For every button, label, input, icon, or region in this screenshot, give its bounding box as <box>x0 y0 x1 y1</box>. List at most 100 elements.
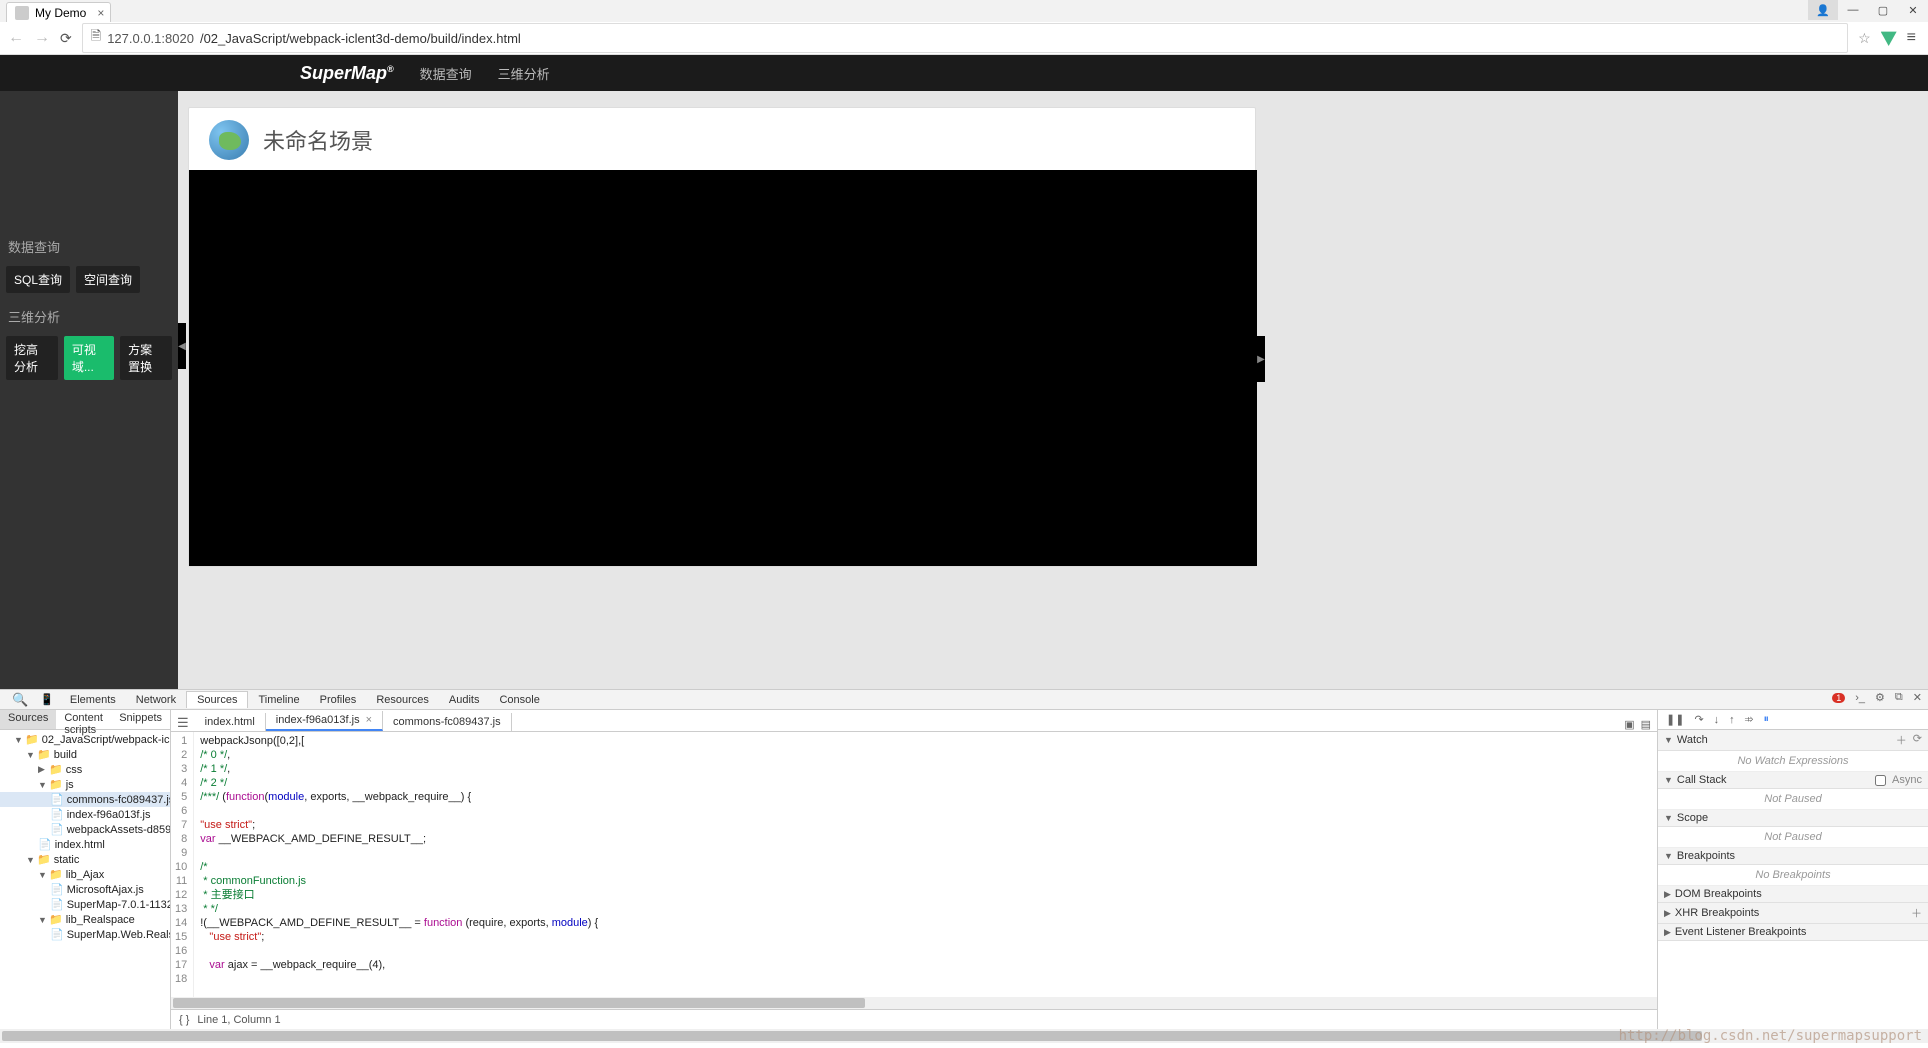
back-button[interactable]: ← <box>8 29 24 47</box>
forward-button[interactable]: → <box>34 29 50 47</box>
tree-commons-js[interactable]: commons-fc089437.js <box>67 794 170 806</box>
tab-profiles[interactable]: Profiles <box>310 692 367 708</box>
add-watch-icon[interactable]: ＋ <box>1896 732 1907 748</box>
btn-sql-query[interactable]: SQL查询 <box>6 266 70 293</box>
async-checkbox[interactable] <box>1875 775 1886 786</box>
debugger-pane: ❚❚ ↷ ↓ ↑ ⤃ ⏸ ▼Watch＋⟳ No Watch Expressio… <box>1658 710 1928 1029</box>
source-editor: ☰ index.html index-f96a013f.js× commons-… <box>171 710 1658 1029</box>
devtools-search-icon[interactable]: 🔍 <box>6 692 34 708</box>
scene-viewer[interactable]: ▶ <box>189 170 1257 566</box>
tree-index-html[interactable]: index.html <box>55 839 105 851</box>
bookmark-star-icon[interactable]: ☆ <box>1858 30 1871 47</box>
scene-card: 未命名场景 ▶ <box>188 107 1256 567</box>
filetab-index-html[interactable]: index.html <box>195 713 266 731</box>
btn-scheme-swap[interactable]: 方案置换 <box>120 336 172 380</box>
dock-icon[interactable]: ⧉ <box>1895 691 1903 704</box>
page-horizontal-scrollbar[interactable] <box>0 1029 1928 1043</box>
browser-chrome: My Demo × 👤 — ▢ ✕ ← → ⟳ 🗎 127.0.0.1:8020… <box>0 0 1928 55</box>
reload-button[interactable]: ⟳ <box>60 30 72 47</box>
pretty-print-icon[interactable]: { } <box>179 1014 189 1026</box>
page-info-icon[interactable]: 🗎 <box>91 27 101 49</box>
watch-header[interactable]: ▼Watch＋⟳ <box>1658 730 1928 751</box>
breakpoints-header[interactable]: ▼Breakpoints <box>1658 848 1928 865</box>
tab-close-icon[interactable]: × <box>97 6 104 20</box>
step-into-button[interactable]: ↓ <box>1714 714 1720 726</box>
cursor-position: Line 1, Column 1 <box>197 1014 280 1026</box>
tree-supermap7[interactable]: SuperMap-7.0.1-11323.j <box>67 899 170 911</box>
show-navigator-icon[interactable]: ☰ <box>171 715 195 731</box>
show-console-icon[interactable]: ›_ <box>1855 692 1865 704</box>
xhr-breakpoints-header[interactable]: ▶XHR Breakpoints＋ <box>1658 903 1928 924</box>
nav-3d-analysis[interactable]: 三维分析 <box>498 64 550 83</box>
tab-sources[interactable]: Sources <box>186 691 248 708</box>
tab-resources[interactable]: Resources <box>366 692 439 708</box>
pin-icon[interactable]: ▤ <box>1641 718 1651 731</box>
file-tabs: ☰ index.html index-f96a013f.js× commons-… <box>171 710 1657 732</box>
scope-header[interactable]: ▼Scope <box>1658 810 1928 827</box>
user-icon[interactable]: 👤 <box>1808 0 1838 20</box>
vue-devtools-icon[interactable] <box>1881 30 1897 46</box>
tab-console[interactable]: Console <box>489 692 549 708</box>
tree-build[interactable]: build <box>54 749 77 761</box>
code-content[interactable]: webpackJsonp([0,2],[ /* 0 */, /* 1 */, /… <box>194 732 1657 997</box>
url-field[interactable]: 🗎 127.0.0.1:8020/02_JavaScript/webpack-i… <box>82 23 1848 53</box>
nav-data-query[interactable]: 数据查询 <box>420 64 472 83</box>
step-over-button[interactable]: ↷ <box>1694 713 1703 726</box>
code-area[interactable]: 123456789101112131415161718 webpackJsonp… <box>171 732 1657 997</box>
tab-title: My Demo <box>35 6 86 20</box>
left-tab-content-scripts[interactable]: Content scripts <box>56 710 111 729</box>
scene-title: 未命名场景 <box>263 124 373 156</box>
maximize-button[interactable]: ▢ <box>1868 0 1898 20</box>
tab-audits[interactable]: Audits <box>439 692 490 708</box>
btn-viewshed[interactable]: 可视域... <box>64 336 114 380</box>
left-tab-snippets[interactable]: Snippets <box>111 710 170 729</box>
horizontal-scrollbar[interactable] <box>171 997 1657 1009</box>
logo: SuperMap® <box>300 63 394 84</box>
tree-root[interactable]: 02_JavaScript/webpack-iclent3 <box>42 734 170 746</box>
minimize-button[interactable]: — <box>1838 0 1868 20</box>
devtools: 🔍 📱 Elements Network Sources Timeline Pr… <box>0 689 1928 1029</box>
tree-js[interactable]: js <box>66 779 74 791</box>
callstack-body: Not Paused <box>1658 789 1928 810</box>
window-controls: 👤 — ▢ ✕ <box>1808 0 1928 20</box>
step-out-button[interactable]: ↑ <box>1729 714 1735 726</box>
tree-lib-ajax[interactable]: lib_Ajax <box>66 869 105 881</box>
viewer-collapse-icon[interactable]: ▶ <box>1257 336 1265 382</box>
tab-elements[interactable]: Elements <box>60 692 126 708</box>
tree-static[interactable]: static <box>54 854 80 866</box>
btn-dig-analysis[interactable]: 挖高分析 <box>6 336 58 380</box>
browser-tab[interactable]: My Demo × <box>6 2 111 22</box>
sidebar-collapse-icon[interactable]: ◀ <box>178 323 186 369</box>
tree-assets-js[interactable]: webpackAssets-d8590e <box>67 824 170 836</box>
close-button[interactable]: ✕ <box>1898 0 1928 20</box>
pause-button[interactable]: ❚❚ <box>1666 713 1684 726</box>
tree-css[interactable]: css <box>66 764 83 776</box>
sources-navigator: Sources Content scripts Snippets ▼📁02_Ja… <box>0 710 171 1029</box>
file-tree[interactable]: ▼📁02_JavaScript/webpack-iclent3 ▼📁build … <box>0 730 170 1029</box>
btn-spatial-query[interactable]: 空间查询 <box>76 266 140 293</box>
toggle-debugger-icon[interactable]: ▣ <box>1624 718 1634 731</box>
pause-on-exceptions-button[interactable]: ⏸ <box>1763 713 1769 726</box>
event-breakpoints-header[interactable]: ▶Event Listener Breakpoints <box>1658 924 1928 941</box>
tree-index-js[interactable]: index-f96a013f.js <box>67 809 151 821</box>
tab-bar: My Demo × 👤 — ▢ ✕ <box>0 0 1928 22</box>
close-tab-icon[interactable]: × <box>366 714 372 726</box>
devtools-close-icon[interactable]: ✕ <box>1913 691 1922 704</box>
tree-supermap-realspace[interactable]: SuperMap.Web.Realspa <box>67 929 170 941</box>
filetab-index-js[interactable]: index-f96a013f.js× <box>266 711 383 731</box>
add-xhr-bp-icon[interactable]: ＋ <box>1911 905 1922 921</box>
tab-network[interactable]: Network <box>126 692 186 708</box>
tab-timeline[interactable]: Timeline <box>248 692 309 708</box>
deactivate-breakpoints-button[interactable]: ⤃ <box>1745 713 1754 726</box>
settings-icon[interactable]: ⚙ <box>1875 691 1885 704</box>
left-tab-sources[interactable]: Sources <box>0 710 56 729</box>
error-indicator[interactable]: 1 <box>1832 692 1845 704</box>
callstack-header[interactable]: ▼Call StackAsync <box>1658 772 1928 789</box>
refresh-watch-icon[interactable]: ⟳ <box>1913 732 1922 748</box>
tree-lib-realspace[interactable]: lib_Realspace <box>66 914 135 926</box>
filetab-commons-js[interactable]: commons-fc089437.js <box>383 713 512 731</box>
browser-menu-icon[interactable]: ≡ <box>1907 29 1916 47</box>
tree-microsoft-ajax[interactable]: MicrosoftAjax.js <box>67 884 144 896</box>
devtools-device-icon[interactable]: 📱 <box>34 693 60 706</box>
dom-breakpoints-header[interactable]: ▶DOM Breakpoints <box>1658 886 1928 903</box>
